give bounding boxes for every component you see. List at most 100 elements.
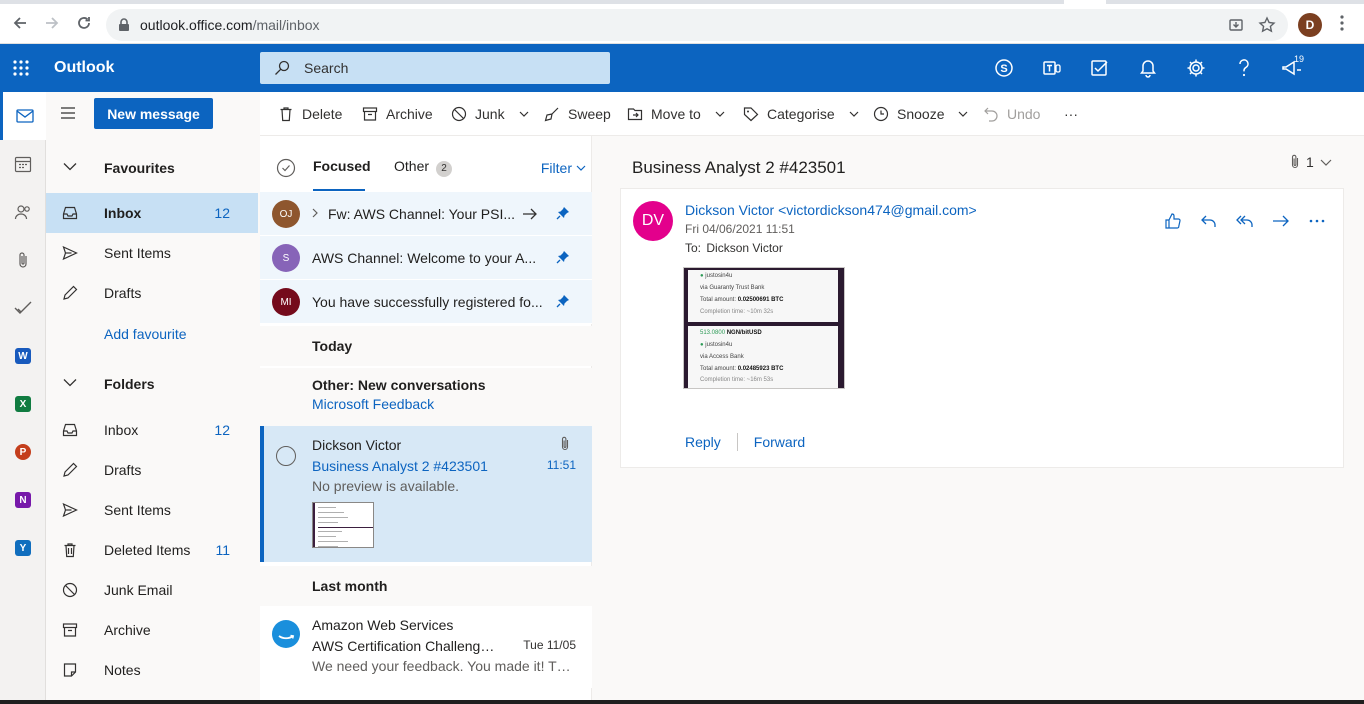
- chevron-down-icon[interactable]: [63, 162, 77, 171]
- favourites-header[interactable]: Favourites: [46, 148, 260, 188]
- command-bar: Delete Archive Junk Sweep Move to Catego…: [260, 92, 1364, 136]
- message-date: Fri 04/06/2021 11:51: [685, 222, 795, 236]
- pin-icon[interactable]: [556, 294, 570, 308]
- lock-icon[interactable]: [118, 18, 130, 32]
- app-launcher-icon[interactable]: [12, 59, 30, 77]
- message-preview: We need your feedback. You made it! Th..…: [312, 658, 574, 674]
- chevron-right-icon[interactable]: [312, 208, 318, 218]
- browser-profile-avatar[interactable]: D: [1298, 13, 1322, 37]
- undo-button[interactable]: Undo: [983, 104, 1040, 124]
- folder-item-notes[interactable]: Notes: [46, 650, 258, 690]
- reload-icon[interactable]: [74, 13, 94, 33]
- chevron-down-icon[interactable]: [63, 378, 77, 387]
- folders-title: Folders: [104, 376, 155, 392]
- excel-icon[interactable]: X: [0, 380, 46, 428]
- address-bar[interactable]: outlook.office.com/mail/inbox: [106, 9, 1288, 41]
- url-text[interactable]: outlook.office.com/mail/inbox: [140, 17, 320, 33]
- gear-icon[interactable]: [1184, 56, 1208, 80]
- forward-nav-icon[interactable]: [42, 13, 62, 33]
- inline-image-attachment[interactable]: ● justosin4u via Guaranty Trust Bank Tot…: [683, 267, 845, 389]
- other-new-link[interactable]: Microsoft Feedback: [312, 396, 434, 412]
- select-all-icon[interactable]: [276, 158, 296, 178]
- my-day-icon[interactable]: [1088, 56, 1112, 80]
- pinned-message[interactable]: MI You have successfully registered fo..…: [260, 280, 592, 324]
- reply-all-icon[interactable]: [1235, 211, 1255, 231]
- trash-icon: [280, 107, 292, 122]
- forward-icon[interactable]: [1271, 211, 1291, 231]
- categorise-button[interactable]: Categorise: [743, 104, 859, 124]
- message-item-selected[interactable]: Dickson Victor Business Analyst 2 #42350…: [260, 426, 592, 562]
- more-actions-button[interactable]: ···: [1064, 104, 1078, 124]
- todo-icon[interactable]: [0, 284, 46, 332]
- recipient-name[interactable]: Dickson Victor: [706, 241, 782, 255]
- attachment-thumbnail[interactable]: [312, 502, 374, 548]
- favourite-item-inbox[interactable]: Inbox 12: [46, 193, 258, 233]
- bookmark-star-icon[interactable]: [1258, 16, 1276, 34]
- message-item[interactable]: Amazon Web Services AWS Certification Ch…: [260, 606, 592, 688]
- tab-other[interactable]: Other: [394, 158, 429, 174]
- help-icon[interactable]: [1232, 56, 1256, 80]
- folder-item-deleted[interactable]: Deleted Items 11: [46, 530, 258, 570]
- reply-link[interactable]: Reply: [685, 434, 721, 450]
- new-message-button[interactable]: New message: [94, 98, 213, 129]
- pinned-message[interactable]: S AWS Channel: Welcome to your A...: [260, 236, 592, 280]
- search-box[interactable]: [260, 52, 610, 84]
- search-input[interactable]: [304, 52, 594, 84]
- active-tab[interactable]: [1064, 0, 1106, 4]
- move-to-button[interactable]: Move to: [627, 104, 725, 124]
- install-app-icon[interactable]: [1228, 17, 1244, 33]
- people-icon[interactable]: [0, 188, 46, 236]
- folder-item-junk[interactable]: Junk Email: [46, 570, 258, 610]
- image-panel-top: ● justosin4u via Guaranty Trust Bank Tot…: [688, 270, 838, 322]
- folder-item-inbox[interactable]: Inbox 12: [46, 410, 258, 450]
- back-icon[interactable]: [10, 13, 30, 33]
- unread-count: 12: [214, 205, 230, 221]
- word-icon[interactable]: W: [0, 332, 46, 380]
- sender-avatar[interactable]: DV: [633, 201, 673, 241]
- add-favourite-link[interactable]: Add favourite: [104, 326, 187, 342]
- pinned-message[interactable]: OJ Fw: AWS Channel: Your PSI...: [260, 192, 592, 236]
- files-icon[interactable]: [0, 236, 46, 284]
- junk-button[interactable]: Junk: [451, 104, 529, 124]
- folder-item-sent[interactable]: Sent Items: [46, 490, 258, 530]
- reply-icon[interactable]: [1199, 211, 1219, 231]
- favourite-item-sent[interactable]: Sent Items: [46, 233, 258, 273]
- snooze-button[interactable]: Snooze: [873, 104, 968, 124]
- tab-focused[interactable]: Focused: [313, 158, 371, 174]
- forward-link[interactable]: Forward: [754, 434, 805, 450]
- sender-avatar: MI: [272, 288, 300, 316]
- browser-menu-icon[interactable]: [1340, 15, 1344, 31]
- folder-item-drafts[interactable]: Drafts: [46, 450, 258, 490]
- pin-icon[interactable]: [556, 250, 570, 264]
- sweep-button[interactable]: Sweep: [544, 104, 611, 124]
- message-subject: AWS Certification Challenge: ...: [312, 638, 502, 654]
- notification-count-badge: 19: [1293, 54, 1304, 64]
- chevron-down-icon: [519, 111, 529, 117]
- message-subject: Fw: AWS Channel: Your PSI...: [328, 206, 516, 222]
- folder-item-archive[interactable]: Archive: [46, 610, 258, 650]
- hamburger-menu-icon[interactable]: [60, 106, 76, 120]
- folders-header[interactable]: Folders: [46, 364, 260, 404]
- attachment-count-button[interactable]: 1: [1290, 154, 1332, 170]
- yammer-icon[interactable]: Y: [0, 524, 46, 572]
- mail-icon[interactable]: [0, 92, 46, 140]
- sender-address[interactable]: Dickson Victor <victordickson474@gmail.c…: [685, 202, 977, 218]
- archive-button[interactable]: Archive: [362, 104, 433, 124]
- teams-icon[interactable]: [1040, 56, 1064, 80]
- onenote-icon[interactable]: N: [0, 476, 46, 524]
- more-icon[interactable]: [1307, 211, 1327, 231]
- pin-icon[interactable]: [556, 206, 570, 220]
- brand-name[interactable]: Outlook: [54, 59, 114, 77]
- skype-icon[interactable]: S: [992, 56, 1016, 80]
- filter-button[interactable]: Filter: [541, 160, 586, 176]
- like-icon[interactable]: [1163, 211, 1183, 231]
- favourite-item-drafts[interactable]: Drafts: [46, 273, 258, 313]
- undo-icon: [984, 107, 998, 122]
- conversation-subject: Business Analyst 2 #423501: [632, 158, 846, 177]
- delete-button[interactable]: Delete: [278, 104, 342, 124]
- other-new-conversations[interactable]: Other: New conversations Microsoft Feedb…: [260, 368, 592, 426]
- calendar-icon[interactable]: [0, 140, 46, 188]
- select-radio[interactable]: [276, 446, 296, 466]
- powerpoint-icon[interactable]: P: [0, 428, 46, 476]
- bell-icon[interactable]: [1136, 56, 1160, 80]
